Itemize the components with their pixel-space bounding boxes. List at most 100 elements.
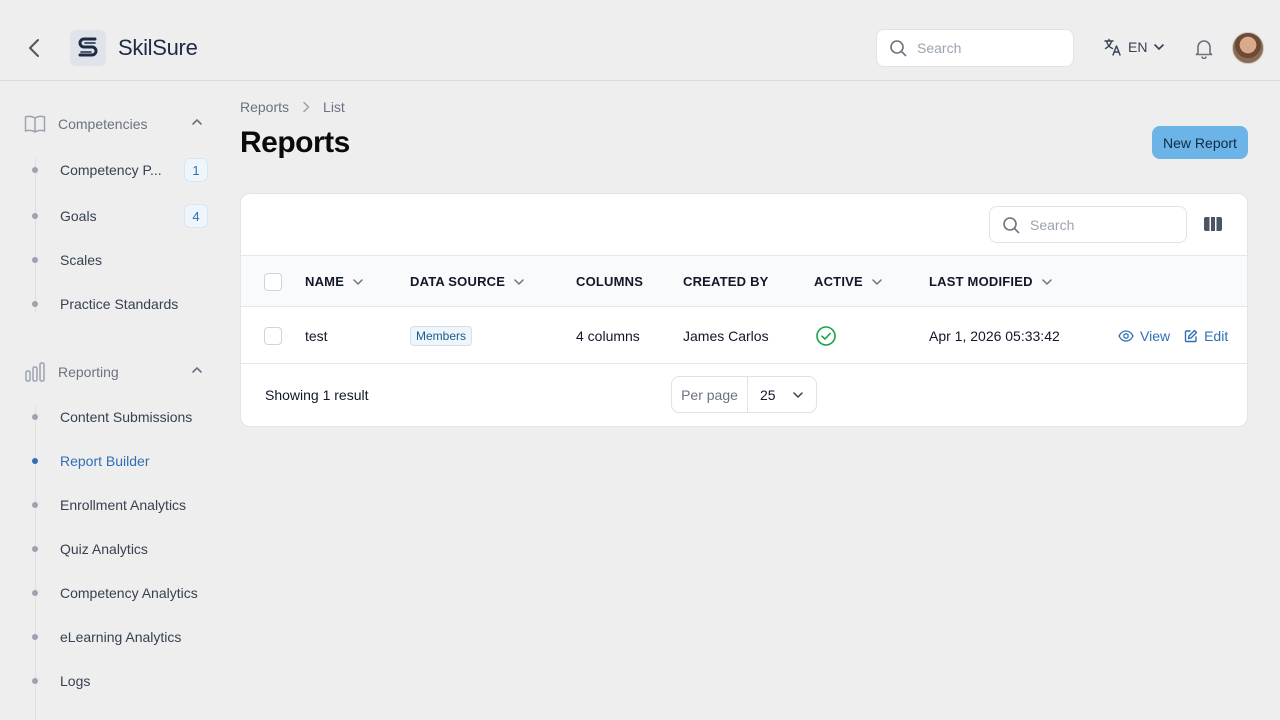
table-search-input[interactable]: Search: [989, 206, 1187, 243]
sidebar-group-label: Reporting: [58, 364, 119, 380]
sidebar-item-label: Report Builder: [60, 453, 150, 469]
sidebar-item-goals[interactable]: Goals 4: [32, 204, 208, 228]
sidebar-item-content-submissions[interactable]: Content Submissions: [32, 405, 208, 429]
cell-name: test: [305, 327, 328, 344]
cell-data-source: Members: [410, 307, 473, 364]
sidebar-item-logs[interactable]: Logs: [32, 669, 208, 693]
eye-icon: [1118, 329, 1134, 342]
columns-icon: [1204, 217, 1222, 231]
edit-icon: [1184, 329, 1198, 342]
nav-dot: [32, 414, 38, 420]
column-header-name[interactable]: NAME: [305, 256, 364, 307]
page-title: Reports: [240, 126, 350, 159]
per-page-selector: Per page 25: [671, 376, 817, 413]
nav-dot: [32, 546, 38, 552]
back-button[interactable]: [22, 36, 46, 60]
column-header-active[interactable]: ACTIVE: [814, 256, 883, 307]
nav-dot: [32, 634, 38, 640]
sidebar-item-competency-profiles[interactable]: Competency P... 1: [32, 158, 208, 182]
notifications-button[interactable]: [1193, 37, 1215, 64]
translate-icon: [1104, 38, 1121, 56]
cell-columns: 4 columns: [576, 327, 640, 344]
per-page-label: Per page: [672, 377, 748, 412]
chevron-down-icon: [1041, 278, 1052, 285]
sidebar-item-practice-standards[interactable]: Practice Standards: [32, 292, 208, 316]
nav-dot: [32, 167, 38, 173]
column-header-columns: COLUMNS: [576, 256, 643, 307]
sidebar-item-label: Practice Standards: [60, 296, 179, 312]
data-source-badge: Members: [410, 325, 473, 346]
column-header-label: DATA SOURCE: [410, 274, 506, 289]
column-header-label: LAST MODIFIED: [929, 274, 1033, 289]
chevron-up-icon: [192, 119, 202, 125]
nav-dot: [32, 213, 38, 219]
table-toolbar: Search: [241, 194, 1247, 256]
bar-chart-icon: [25, 362, 45, 382]
top-bar: SkilSure Search EN: [0, 0, 1280, 81]
column-header-label: NAME: [305, 274, 345, 289]
row-checkbox[interactable]: [264, 327, 282, 345]
sidebar-item-label: Quiz Analytics: [60, 541, 148, 557]
sidebar-group-label: Competencies: [58, 116, 148, 132]
sidebar-group-reporting[interactable]: Reporting: [24, 360, 204, 384]
search-icon: [890, 40, 907, 57]
chevron-down-icon: [872, 278, 882, 285]
logo-icon[interactable]: [70, 30, 106, 66]
sidebar-group-competencies[interactable]: Competencies: [24, 112, 204, 136]
language-switcher[interactable]: EN: [1104, 38, 1165, 56]
search-placeholder: Search: [917, 40, 962, 56]
sidebar-item-label: Content Submissions: [60, 409, 193, 425]
sidebar-item-competency-analytics[interactable]: Competency Analytics: [32, 581, 208, 605]
per-page-value: 25: [760, 386, 776, 403]
chevron-down-icon: [353, 278, 363, 285]
sidebar-item-label: Competency Analytics: [60, 585, 198, 601]
nav-dot: [32, 502, 38, 508]
column-header-label: ACTIVE: [814, 274, 863, 289]
sidebar-item-label: Scales: [60, 252, 103, 268]
results-count: Showing 1 result: [265, 387, 369, 403]
language-label: EN: [1128, 39, 1148, 55]
avatar[interactable]: [1232, 32, 1264, 64]
app-name[interactable]: SkilSure: [118, 35, 198, 61]
edit-action[interactable]: Edit: [1184, 328, 1228, 344]
search-icon: [1003, 216, 1020, 233]
sidebar-item-enrollment-analytics[interactable]: Enrollment Analytics: [32, 493, 208, 517]
sidebar-item-elearning-analytics[interactable]: eLearning Analytics: [32, 625, 208, 649]
nav-dot: [32, 301, 38, 307]
column-header-label: CREATED BY: [683, 274, 769, 289]
check-circle-icon: [816, 325, 836, 346]
table-header: NAME DATA SOURCE COLUMNS CREATED BY ACTI…: [241, 256, 1247, 307]
nav-dot: [32, 458, 38, 464]
chevron-down-icon: [1154, 44, 1165, 50]
chevron-down-icon: [514, 278, 524, 285]
nav-dot: [32, 590, 38, 596]
count-badge: 4: [184, 204, 208, 228]
book-icon: [24, 115, 46, 133]
breadcrumb: Reports List: [240, 99, 345, 115]
column-toggle-button[interactable]: [1203, 215, 1223, 238]
breadcrumb-current: List: [323, 99, 345, 115]
breadcrumb-link-reports[interactable]: Reports: [240, 99, 289, 115]
sidebar-item-scales[interactable]: Scales: [32, 248, 208, 272]
cell-created-by: James Carlos: [683, 327, 769, 344]
table-row[interactable]: test Members 4 columns James Carlos Apr …: [241, 307, 1247, 364]
header-search-input[interactable]: Search: [876, 29, 1074, 67]
column-header-created-by: CREATED BY: [683, 256, 769, 307]
cell-last-modified: Apr 1, 2026 05:33:42: [929, 327, 1060, 344]
sidebar-item-report-builder[interactable]: Report Builder: [32, 449, 208, 473]
reports-table-card: Search NAME DATA SOURCE COLUMNS CREATED …: [240, 193, 1248, 427]
sidebar-item-quiz-analytics[interactable]: Quiz Analytics: [32, 537, 208, 561]
per-page-select[interactable]: 25: [748, 387, 816, 403]
select-all-checkbox[interactable]: [264, 273, 282, 291]
cell-actions: View Edit: [1118, 307, 1228, 364]
cell-active: [815, 307, 837, 364]
edit-label: Edit: [1204, 327, 1229, 344]
view-action[interactable]: View: [1118, 328, 1170, 344]
view-label: View: [1140, 327, 1171, 344]
sidebar-item-label: Goals: [60, 208, 97, 224]
new-report-button[interactable]: New Report: [1152, 126, 1248, 159]
sidebar-item-label: Enrollment Analytics: [60, 497, 187, 513]
column-header-data-source[interactable]: DATA SOURCE: [410, 256, 525, 307]
column-header-last-modified[interactable]: LAST MODIFIED: [929, 256, 1053, 307]
count-badge: 1: [184, 158, 208, 182]
